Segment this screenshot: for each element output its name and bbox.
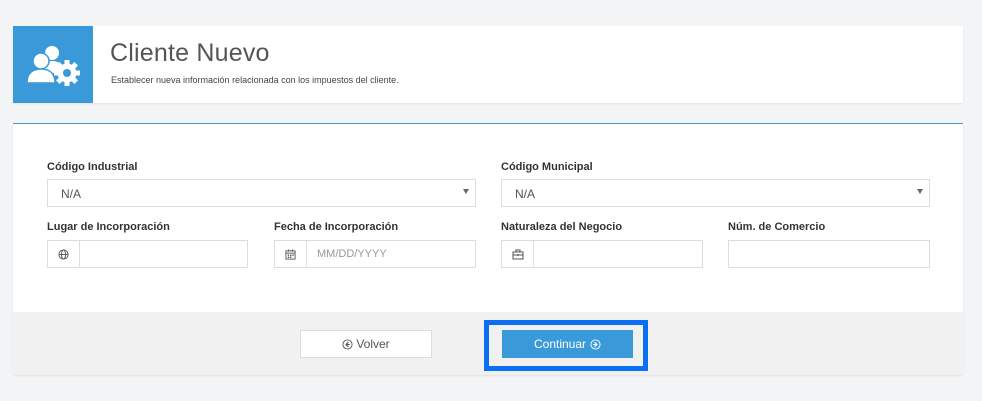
continuar-button[interactable]: Continuar	[502, 330, 633, 358]
codigo-industrial-select[interactable]: N/A	[47, 179, 476, 207]
naturaleza-negocio-input[interactable]	[534, 241, 702, 267]
volver-button[interactable]: Volver	[300, 330, 432, 358]
chevron-down-icon	[917, 189, 923, 194]
page-subtitle: Establecer nueva información relacionada…	[111, 75, 399, 85]
lugar-incorporacion-label: Lugar de Incorporación	[47, 221, 170, 233]
lugar-incorporacion-input[interactable]	[80, 241, 247, 267]
client-form: Código Industrial N/A Código Municipal N…	[13, 123, 963, 375]
num-comercio-input[interactable]	[728, 240, 930, 268]
briefcase-icon	[502, 241, 534, 267]
continuar-label: Continuar	[533, 337, 587, 351]
form-footer: Volver Continuar	[13, 312, 963, 375]
header-icon-box	[13, 26, 93, 103]
page-title: Cliente Nuevo	[110, 39, 270, 67]
globe-icon	[48, 241, 80, 267]
calendar-icon	[275, 241, 307, 267]
codigo-municipal-select[interactable]: N/A	[501, 179, 930, 207]
users-gear-icon	[26, 45, 80, 86]
naturaleza-negocio-group	[501, 240, 703, 268]
codigo-industrial-value: N/A	[61, 187, 82, 201]
naturaleza-negocio-label: Naturaleza del Negocio	[501, 221, 623, 233]
lugar-incorporacion-group	[47, 240, 248, 268]
codigo-municipal-label: Código Municipal	[501, 161, 593, 173]
codigo-municipal-value: N/A	[515, 187, 536, 201]
fecha-incorporacion-label: Fecha de Incorporación	[274, 221, 399, 233]
chevron-down-icon	[463, 189, 469, 194]
fecha-incorporacion-input[interactable]	[307, 241, 475, 267]
circle-arrow-right-icon	[590, 338, 601, 350]
num-comercio-label: Núm. de Comercio	[728, 221, 826, 233]
codigo-industrial-label: Código Industrial	[47, 161, 138, 173]
circle-arrow-left-icon	[342, 338, 353, 350]
volver-label: Volver	[356, 337, 390, 351]
page-header: Cliente Nuevo Establecer nueva informaci…	[13, 26, 963, 103]
fecha-incorporacion-group	[274, 240, 476, 268]
